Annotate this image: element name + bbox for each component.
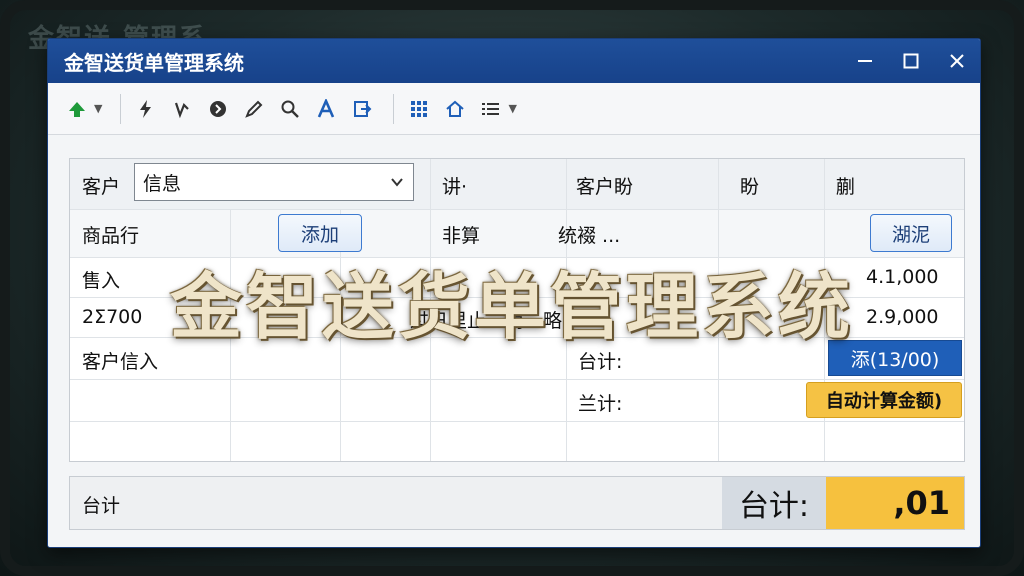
add-button[interactable]: 添加: [278, 214, 362, 252]
hook-icon: [175, 102, 190, 118]
maximize-button[interactable]: [888, 39, 934, 83]
subtotal-label: 台计:: [578, 351, 623, 373]
row4-cell-1: 2Σ700: [82, 306, 143, 328]
grid-icon: [411, 100, 428, 117]
pen-button[interactable]: [239, 94, 269, 124]
grid-line: [230, 209, 231, 461]
header-col-4: 客户盼: [576, 176, 634, 198]
home-button[interactable]: [440, 94, 470, 124]
footer-label: 台计: [82, 495, 121, 517]
lightning-icon: [140, 99, 152, 118]
header-col-6: 蒯: [836, 176, 856, 198]
close-icon: [950, 54, 964, 68]
row2-col-3: 非算: [442, 225, 481, 247]
chevron-down-icon[interactable]: ▼: [94, 102, 102, 115]
row3-cell-1: 售入: [82, 270, 121, 292]
circle-icon: [210, 100, 227, 117]
toolbar-separator: [120, 93, 122, 124]
grid-line: [718, 159, 719, 461]
grid-line: [566, 159, 567, 461]
product-row-label: 商品行: [82, 225, 140, 247]
grand-total-label: 台计:: [722, 477, 826, 529]
window-title: 金智送货单管理系统: [64, 50, 244, 75]
grid-line: [70, 297, 964, 298]
row3-amount: 4.1,000: [866, 266, 939, 288]
grand-total-value: ,01: [826, 477, 964, 529]
chevron-down-icon: [391, 178, 403, 187]
home-icon: [446, 100, 465, 117]
header-band-2: [70, 209, 964, 257]
customer-info-select[interactable]: 信息: [134, 163, 414, 201]
circle-button[interactable]: [203, 94, 233, 124]
total-label: 兰计:: [578, 393, 623, 415]
search-button[interactable]: [275, 94, 305, 124]
right-action-button[interactable]: 湖泥: [870, 214, 952, 252]
pen-icon: [245, 100, 263, 118]
maximize-icon: [903, 53, 919, 69]
text-icon: [318, 98, 335, 118]
lightning-button[interactable]: [131, 94, 161, 124]
header-col-5: 盼: [740, 176, 760, 198]
grid-line: [70, 209, 964, 210]
row3-cell-4: …: [576, 266, 595, 288]
customer-label: 客户: [82, 176, 121, 198]
grid-line: [70, 257, 964, 258]
title-bar: 金智送货单管理系统: [48, 39, 980, 83]
export-icon: [354, 100, 372, 117]
grid-button[interactable]: [404, 94, 434, 124]
grid-line: [70, 421, 964, 422]
header-col-3: 讲·: [442, 176, 468, 198]
list-icon: [482, 102, 500, 115]
minimize-button[interactable]: [842, 39, 888, 83]
export-button[interactable]: [347, 94, 377, 124]
auto-calculate-button[interactable]: 自动计算金额): [806, 382, 962, 418]
add-total-button[interactable]: 添(13/00): [828, 340, 962, 376]
up-arrow-button[interactable]: [62, 94, 92, 124]
minimize-icon: [858, 60, 872, 62]
list-button[interactable]: [476, 94, 506, 124]
footer-total-bar: 台计 台计: ,01: [69, 476, 965, 530]
close-button[interactable]: [934, 39, 980, 83]
app-window: 金智送货单管理系统 ▼ ▼ 客户 信息 讲· 客户盼 盼 蒯 商品行 添加 非算…: [47, 38, 981, 548]
row4-amount: 2.9,000: [866, 306, 939, 328]
hook-button[interactable]: [167, 94, 197, 124]
row2-col-4: 统裰 ...: [558, 225, 621, 247]
form-panel: 客户 信息 讲· 客户盼 盼 蒯 商品行 添加 非算 统裰 ... 湖泥 售入 …: [69, 158, 965, 462]
toolbar-separator: [393, 93, 395, 124]
grid-line: [70, 379, 964, 380]
toolbar: ▼ ▼: [48, 83, 980, 135]
customer-info-value: 信息: [143, 172, 182, 195]
grid-line: [70, 337, 964, 338]
text-button[interactable]: [311, 94, 341, 124]
up-arrow-icon: [69, 101, 85, 117]
chevron-down-icon[interactable]: ▼: [508, 102, 516, 115]
row4-cell-2: 过日里止 筒…略: [410, 310, 563, 332]
search-icon: [281, 100, 300, 118]
row5-cell-1: 客户信入: [82, 351, 159, 373]
